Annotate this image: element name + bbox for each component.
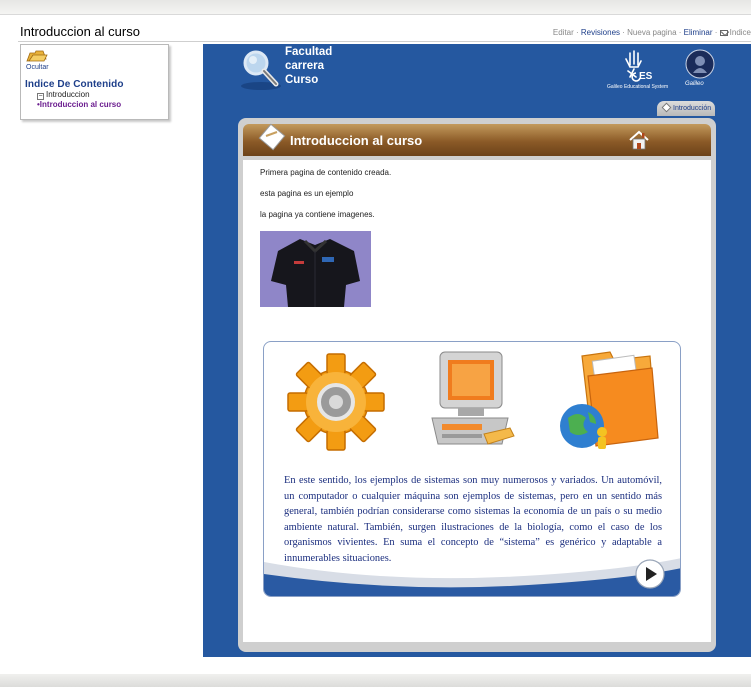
header-faculty: Facultad <box>285 46 333 58</box>
new-page-link[interactable]: Nueva pagina <box>627 28 676 37</box>
note-icon <box>661 102 672 113</box>
ges-caption: Galileo Educational System <box>607 84 669 90</box>
index-item-introduccion-al-curso[interactable]: •Introduccion al curso <box>37 100 121 109</box>
edit-link[interactable]: Editar <box>553 28 574 37</box>
svg-text:ES: ES <box>639 71 653 82</box>
gear-icon <box>287 353 385 451</box>
index-panel: Ocultar Indice De Contenido − Introduccio… <box>20 44 169 120</box>
card-text: En este sentido, los ejemplos de sistema… <box>284 475 662 564</box>
magnifier-icon <box>241 50 281 90</box>
index-item-introduccion[interactable]: − Introduccion <box>37 90 90 100</box>
index-heading: Indice De Contenido <box>25 79 124 90</box>
lesson-body: Primera pagina de contenido creada. esta… <box>243 160 711 642</box>
delete-link[interactable]: Eliminar <box>684 28 713 37</box>
play-button[interactable] <box>635 559 665 589</box>
folder-globe-icon <box>560 351 659 449</box>
index-item-label: Introduccion <box>46 90 90 99</box>
folder-hand-icon[interactable] <box>26 49 48 62</box>
index-link[interactable]: Indice <box>730 28 751 37</box>
tab-label: Introducción <box>673 105 712 112</box>
tab-introduccion[interactable]: Introducción <box>657 101 715 116</box>
info-card: En este sentido, los ejemplos de sistema… <box>263 341 681 597</box>
page-title: Introduccion al curso <box>20 24 140 39</box>
collapse-icon[interactable]: − <box>37 93 44 100</box>
lesson-frame: Introduccion al curso Primera pagina de … <box>238 118 716 652</box>
content-paragraph: la pagina ya contiene imagenes. <box>260 210 375 219</box>
mail-icon <box>719 30 728 36</box>
content-frame: Facultad carrera Curso ES Galileo Educat… <box>203 44 751 657</box>
computer-icon <box>431 351 515 445</box>
title-divider <box>18 41 751 42</box>
revisions-link[interactable]: Revisiones <box>581 28 620 37</box>
lesson-title: Introduccion al curso <box>290 133 423 148</box>
hide-label[interactable]: Ocultar <box>26 64 49 71</box>
bottom-band <box>0 674 751 687</box>
content-paragraph: Primera pagina de contenido creada. <box>260 168 392 177</box>
lesson-banner: Introduccion al curso <box>243 123 711 156</box>
home-icon[interactable] <box>628 129 650 151</box>
card-wave <box>264 558 680 596</box>
top-band <box>0 0 751 14</box>
page-actions: Editar · Revisiones · Nueva pagina · Eli… <box>552 28 751 37</box>
header-course: Curso <box>285 74 319 86</box>
content-paragraph: esta pagina es un ejemplo <box>260 189 354 198</box>
galileo-caption: Galileo <box>685 81 704 87</box>
galileo-seal-icon <box>685 49 715 79</box>
note-icon <box>258 123 286 151</box>
wiki-page: Introduccion al curso Editar · Revisione… <box>0 14 751 674</box>
shirt-photo <box>260 231 371 307</box>
header-career: carrera <box>285 60 325 72</box>
